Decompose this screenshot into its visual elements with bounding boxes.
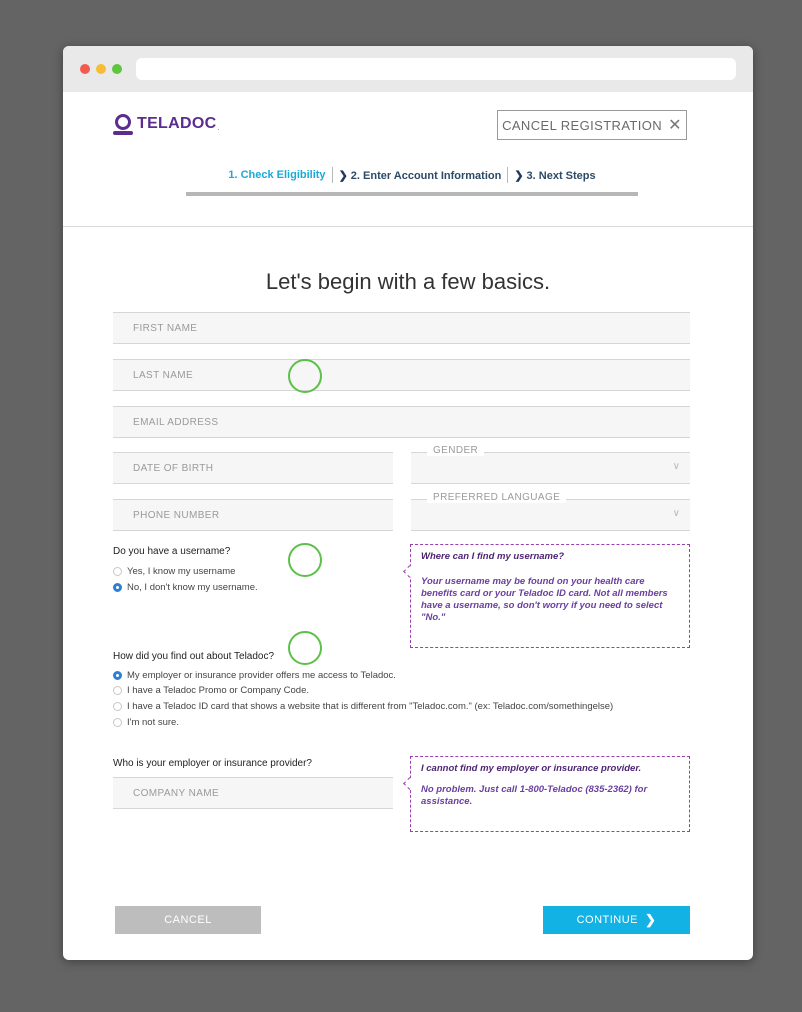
option-label: I'm not sure. — [127, 717, 179, 728]
minimize-window-dot[interactable] — [96, 64, 106, 74]
option-label: My employer or insurance provider offers… — [127, 670, 396, 681]
tooltip-body: Your username may be found on your healt… — [421, 576, 668, 623]
date-of-birth-field[interactable] — [113, 452, 393, 484]
step-next-steps: ❯ 3. Next Steps — [508, 169, 601, 182]
tooltip-title: I cannot find my employer or insurance p… — [421, 763, 642, 774]
gender-select[interactable]: GENDER ∨ — [411, 445, 690, 484]
preferred-language-select[interactable]: PREFERRED LANGUAGE ∨ — [411, 492, 690, 531]
last-name-input[interactable] — [113, 360, 690, 390]
step-check-eligibility: 1. Check Eligibility — [228, 169, 326, 181]
radio-button[interactable] — [113, 718, 122, 727]
header-divider — [63, 226, 753, 227]
source-option-not-sure[interactable]: I'm not sure. — [113, 717, 179, 728]
chevron-right-icon: ❯ — [514, 169, 524, 182]
source-option-employer[interactable]: My employer or insurance provider offers… — [113, 670, 396, 681]
preferred-language-label: PREFERRED LANGUAGE — [427, 492, 567, 503]
email-field[interactable] — [113, 406, 690, 438]
source-option-id-card[interactable]: I have a Teladoc ID card that shows a we… — [113, 701, 613, 712]
progress-steps: 1. Check Eligibility ❯ 2. Enter Account I… — [186, 164, 638, 186]
source-option-promo-code[interactable]: I have a Teladoc Promo or Company Code. — [113, 685, 309, 696]
date-of-birth-input[interactable] — [113, 453, 393, 483]
step-label: 3. Next Steps — [526, 169, 596, 182]
option-label: No, I don't know my username. — [127, 582, 258, 593]
username-question: Do you have a username? — [113, 546, 231, 557]
employer-question: Who is your employer or insurance provid… — [113, 758, 312, 769]
continue-label: CONTINUE — [576, 914, 639, 926]
first-name-field[interactable] — [113, 312, 690, 344]
option-label: I have a Teladoc ID card that shows a we… — [127, 701, 614, 712]
page-title: Let's begin with a few basics. — [265, 268, 551, 294]
continue-button[interactable]: CONTINUE ❯ — [543, 906, 690, 934]
radio-button-selected[interactable] — [113, 671, 122, 680]
close-icon: ✕ — [668, 117, 682, 134]
teladoc-logo[interactable]: TELADOC . — [113, 112, 219, 136]
step-enter-account-information: ❯ 2. Enter Account Information — [333, 169, 508, 182]
source-question: How did you find out about Teladoc? — [113, 651, 275, 662]
employer-help-tooltip: I cannot find my employer or insurance p… — [410, 756, 690, 832]
email-input[interactable] — [113, 407, 690, 437]
step-label: 2. Enter Account Information — [350, 169, 502, 182]
last-name-field[interactable] — [113, 359, 690, 391]
radio-button[interactable] — [113, 686, 122, 695]
radio-button[interactable] — [113, 567, 122, 576]
cancel-button[interactable]: CANCEL — [115, 906, 261, 934]
tooltip-title: Where can I find my username? — [421, 551, 565, 562]
progress-bar — [186, 192, 638, 196]
company-name-field[interactable] — [113, 777, 393, 809]
first-name-input[interactable] — [113, 313, 690, 343]
chevron-right-icon: ❯ — [645, 912, 657, 927]
gender-label: GENDER — [427, 445, 485, 456]
cancel-label: CANCEL — [164, 914, 212, 926]
chevron-down-icon: ∨ — [672, 508, 680, 519]
username-option-no[interactable]: No, I don't know my username. — [113, 582, 258, 593]
highlight-circle — [288, 631, 322, 665]
tooltip-body: No problem. Just call 1-800-Teladoc (835… — [421, 784, 648, 807]
company-name-input[interactable] — [113, 778, 393, 808]
highlight-circle — [288, 543, 322, 577]
option-label: Yes, I know my username — [127, 566, 236, 577]
maximize-window-dot[interactable] — [112, 64, 122, 74]
chevron-right-icon: ❯ — [338, 169, 348, 182]
phone-number-field[interactable] — [113, 499, 393, 531]
phone-number-input[interactable] — [113, 500, 393, 530]
browser-window: TELADOC . CANCEL REGISTRATION ✕ 1. Check… — [63, 46, 753, 960]
logo-trademark: . — [217, 124, 220, 132]
radio-button-selected[interactable] — [113, 583, 122, 592]
chevron-down-icon: ∨ — [672, 461, 680, 472]
username-help-tooltip: Where can I find my username? Your usern… — [410, 544, 690, 648]
logo-mark-icon — [113, 113, 133, 135]
address-bar[interactable] — [136, 58, 736, 80]
browser-chrome — [63, 46, 753, 92]
close-window-dot[interactable] — [80, 64, 90, 74]
username-option-yes[interactable]: Yes, I know my username — [113, 566, 235, 577]
cancel-registration-label: CANCEL REGISTRATION — [502, 117, 663, 133]
option-label: I have a Teladoc Promo or Company Code. — [127, 685, 310, 696]
cancel-registration-button[interactable]: CANCEL REGISTRATION ✕ — [497, 110, 687, 140]
logo-text: TELADOC — [137, 115, 217, 132]
radio-button[interactable] — [113, 702, 122, 711]
